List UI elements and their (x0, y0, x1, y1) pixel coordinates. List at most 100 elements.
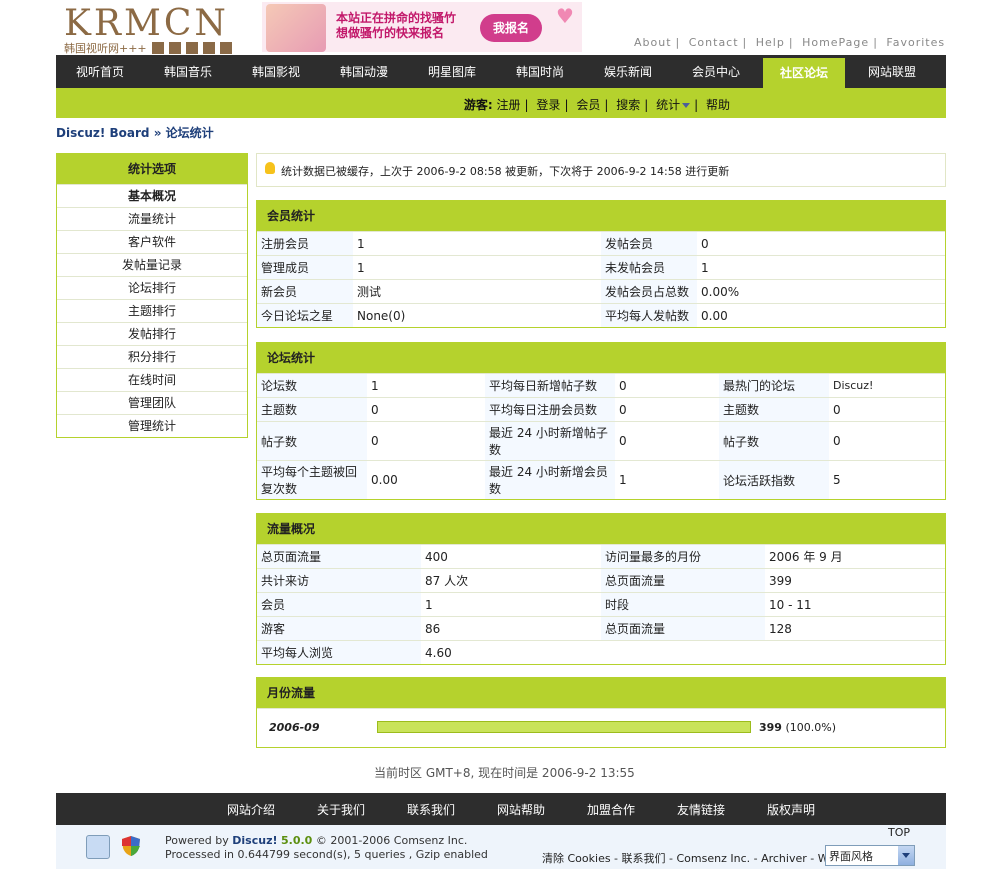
cell-label: 帖子数 (257, 421, 367, 461)
cell-value-hot-forum[interactable]: Discuz! (829, 373, 945, 398)
nav-item-video[interactable]: 韩国影视 (232, 55, 320, 88)
logo-text: KRMCN (64, 3, 229, 44)
traffic-title: 流量概况 (257, 514, 945, 544)
subnav-login[interactable]: 登录 (536, 98, 560, 112)
member-stats-title: 会员统计 (257, 201, 945, 231)
nav-item-news[interactable]: 娱乐新闻 (584, 55, 672, 88)
cell-value: None(0) (353, 303, 601, 327)
nav-item-home[interactable]: 视听首页 (56, 55, 144, 88)
cell-value: 4.60 (421, 640, 601, 664)
shield-icon[interactable] (120, 835, 142, 857)
footer-link-help[interactable]: 网站帮助 (476, 801, 566, 818)
table-row: 注册会员 1 发帖会员 0 (257, 231, 945, 256)
top-link-contact[interactable]: Contact (689, 36, 739, 49)
cell-value: 0 (697, 231, 945, 256)
cell-label: 最近 24 小时新增会员数 (485, 460, 615, 499)
banner-line-2: 想做骚竹的快来报名 (336, 26, 445, 40)
top-link[interactable]: TOP (888, 826, 910, 839)
signup-button[interactable]: 我报名 (480, 14, 542, 42)
table-row: 管理成员 1 未发帖会员 1 (257, 255, 945, 280)
sidebar-item-traffic[interactable]: 流量统计 (57, 207, 247, 230)
nav-item-alliance[interactable]: 网站联盟 (848, 55, 936, 88)
footer-link-join[interactable]: 加盟合作 (566, 801, 656, 818)
footer-link-about[interactable]: 关于我们 (296, 801, 386, 818)
table-row: 会员 1 时段 10 - 11 (257, 592, 945, 617)
cell-label: 会员 (257, 592, 421, 617)
subnav-register[interactable]: 注册 (497, 98, 521, 112)
cell-value: 0 (829, 421, 945, 461)
table-row: 主题数 0 平均每日注册会员数 0 主题数 0 (257, 397, 945, 422)
sidebar-item-mod-stats[interactable]: 管理统计 (57, 414, 247, 437)
top-link-favorites[interactable]: Favorites (886, 36, 945, 49)
cell-label: 平均每人浏览 (257, 640, 421, 664)
subnav-stats[interactable]: 统计 (656, 98, 691, 112)
nav-item-fashion[interactable]: 韩国时尚 (496, 55, 584, 88)
sidebar-item-overview[interactable]: 基本概况 (57, 184, 247, 207)
sidebar-item-posts-record[interactable]: 发帖量记录 (57, 253, 247, 276)
cache-notice: 统计数据已被缓存，上次于 2006-9-2 08:58 被更新，下次将于 200… (256, 153, 946, 187)
cell-label: 帖子数 (719, 421, 829, 461)
sidebar-item-clients[interactable]: 客户软件 (57, 230, 247, 253)
nav-item-member[interactable]: 会员中心 (672, 55, 760, 88)
sidebar-title: 统计选项 (57, 154, 247, 184)
sidebar-item-online-time[interactable]: 在线时间 (57, 368, 247, 391)
top-link-homepage[interactable]: HomePage (802, 36, 869, 49)
cell-value: 0 (367, 421, 485, 461)
footer-link-contact[interactable]: 联系我们 (386, 801, 476, 818)
top-link-about[interactable]: About (634, 36, 672, 49)
sidebar-item-thread-rank[interactable]: 主题排行 (57, 299, 247, 322)
table-row: 平均每个主题被回复次数 0.00 最近 24 小时新增会员数 1 论坛活跃指数 … (257, 460, 945, 499)
nav-item-gallery[interactable]: 明星图库 (408, 55, 496, 88)
chevron-down-icon[interactable] (898, 846, 914, 865)
traffic-bar (377, 721, 751, 733)
cell-label: 论坛活跃指数 (719, 460, 829, 499)
nav-item-forum[interactable]: 社区论坛 (763, 58, 845, 88)
site-logo[interactable]: KRMCN 韩国视听网+++ (64, 3, 238, 55)
footer-link-intro[interactable]: 网站介绍 (206, 801, 296, 818)
validator-icon[interactable] (86, 835, 110, 859)
cell-label: 最热门的论坛 (719, 373, 829, 398)
cell-label: 平均每人发帖数 (601, 303, 697, 327)
subnav-members[interactable]: 会员 (576, 98, 600, 112)
processed-info: Processed in 0.644799 second(s), 5 queri… (165, 848, 488, 861)
cell-value: 0 (615, 421, 719, 461)
breadcrumb-board[interactable]: Discuz! Board (56, 126, 150, 140)
main-nav: 视听首页 韩国音乐 韩国影视 韩国动漫 明星图库 韩国时尚 娱乐新闻 会员中心 … (56, 55, 946, 88)
sidebar-item-team[interactable]: 管理团队 (57, 391, 247, 414)
cell-value[interactable]: 测试 (353, 279, 601, 304)
subnav-help[interactable]: 帮助 (706, 98, 730, 112)
style-select[interactable]: 界面风格 (825, 845, 915, 866)
cell-value: 10 - 11 (765, 592, 945, 617)
cell-value: 86 (421, 616, 601, 641)
month-count: 399 (759, 721, 782, 734)
cell-label: 管理成员 (257, 255, 353, 280)
cell-value: 0.00 (697, 303, 945, 327)
cell-value: 1 (367, 373, 485, 398)
nav-item-anime[interactable]: 韩国动漫 (320, 55, 408, 88)
cell-label: 平均每个主题被回复次数 (257, 460, 367, 499)
cell-label: 发帖会员 (601, 231, 697, 256)
cell-value: 400 (421, 544, 601, 569)
recruit-banner[interactable]: 本站正在拼命的找骚竹 想做骚竹的快来报名 我报名 ♥ (262, 2, 582, 52)
sidebar-item-credit-rank[interactable]: 积分排行 (57, 345, 247, 368)
subnav-search[interactable]: 搜索 (616, 98, 640, 112)
cell-empty (765, 640, 945, 664)
style-select-value: 界面风格 (829, 850, 873, 863)
footer-links[interactable]: 清除 Cookies - 联系我们 - Comsenz Inc. - Archi… (542, 850, 842, 866)
sidebar-item-post-rank[interactable]: 发帖排行 (57, 322, 247, 345)
month-label: 2006-09 (269, 721, 320, 734)
table-row: 平均每人浏览 4.60 (257, 640, 945, 664)
sidebar-item-forum-rank[interactable]: 论坛排行 (57, 276, 247, 299)
powered-product[interactable]: Discuz! (232, 834, 277, 847)
footer-link-friends[interactable]: 友情链接 (656, 801, 746, 818)
cell-label: 平均每日新增帖子数 (485, 373, 615, 398)
powered-prefix: Powered by (165, 834, 229, 847)
nav-item-music[interactable]: 韩国音乐 (144, 55, 232, 88)
monthly-traffic-panel: 月份流量 2006-09 399 (100.0%) (256, 677, 946, 748)
cell-value: 87 人次 (421, 568, 601, 593)
footer-link-copyright[interactable]: 版权声明 (746, 801, 836, 818)
sub-nav: 游客: 注册 | 登录 | 会员 | 搜索 | 统计 | 帮助 (56, 88, 946, 118)
guest-label: 游客: (463, 98, 493, 112)
top-link-help[interactable]: Help (756, 36, 785, 49)
cell-label: 总页面流量 (257, 544, 421, 569)
